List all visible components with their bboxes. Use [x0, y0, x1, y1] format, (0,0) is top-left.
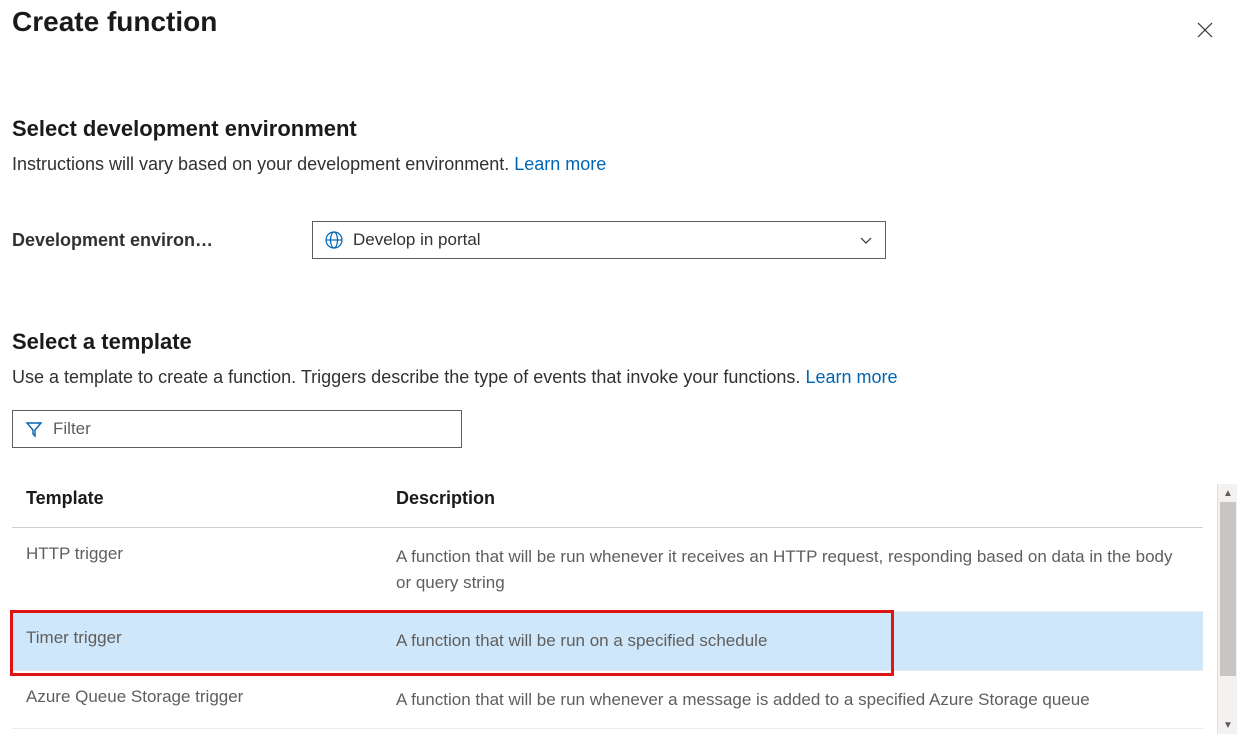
- template-name: Azure Queue Storage trigger: [26, 687, 396, 707]
- template-section-desc: Use a template to create a function. Tri…: [12, 367, 1225, 388]
- template-name: HTTP trigger: [26, 544, 396, 564]
- template-section-heading: Select a template: [12, 329, 1225, 355]
- template-description: A function that will be run on a specifi…: [396, 628, 1189, 654]
- table-row[interactable]: HTTP triggerA function that will be run …: [12, 528, 1203, 612]
- filter-container[interactable]: [12, 410, 462, 448]
- dev-env-dropdown[interactable]: Develop in portal: [312, 221, 886, 259]
- scroll-down-arrow[interactable]: ▼: [1218, 716, 1237, 734]
- template-desc-text: Use a template to create a function. Tri…: [12, 367, 805, 387]
- env-learn-more-link[interactable]: Learn more: [514, 154, 606, 174]
- table-body: HTTP triggerA function that will be run …: [12, 528, 1203, 729]
- col-header-description[interactable]: Description: [396, 488, 1189, 509]
- filter-input[interactable]: [53, 419, 449, 439]
- dev-env-value: Develop in portal: [353, 230, 481, 250]
- table-row[interactable]: Timer triggerA function that will be run…: [12, 612, 1203, 671]
- template-description: A function that will be run whenever it …: [396, 544, 1189, 595]
- vertical-scrollbar[interactable]: ▲ ▼: [1217, 484, 1237, 734]
- chevron-down-icon: [859, 233, 873, 247]
- template-description: A function that will be run whenever a m…: [396, 687, 1189, 713]
- scroll-thumb[interactable]: [1220, 502, 1236, 676]
- template-name: Timer trigger: [26, 628, 396, 648]
- close-icon: [1197, 22, 1213, 38]
- env-section-heading: Select development environment: [12, 116, 1225, 142]
- dev-env-label: Development environ…: [12, 230, 312, 251]
- env-section-desc: Instructions will vary based on your dev…: [12, 154, 1225, 175]
- close-button[interactable]: [1189, 14, 1221, 46]
- col-header-template[interactable]: Template: [26, 488, 396, 509]
- filter-icon: [25, 420, 43, 438]
- env-desc-text: Instructions will vary based on your dev…: [12, 154, 514, 174]
- globe-icon: [325, 231, 343, 249]
- table-row[interactable]: Azure Queue Storage triggerA function th…: [12, 671, 1203, 730]
- scroll-up-arrow[interactable]: ▲: [1218, 484, 1237, 502]
- template-learn-more-link[interactable]: Learn more: [805, 367, 897, 387]
- page-title: Create function: [12, 6, 217, 38]
- table-header: Template Description: [12, 488, 1203, 528]
